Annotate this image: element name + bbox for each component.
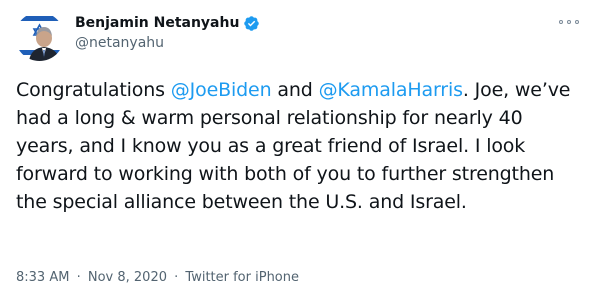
avatar[interactable] [15, 12, 64, 61]
tweet-date[interactable]: Nov 8, 2020 [88, 270, 167, 285]
more-dot [559, 20, 563, 24]
verified-badge-icon [244, 15, 260, 31]
author-name-row: Benjamin Netanyahu [75, 13, 260, 33]
tweet-card: Benjamin Netanyahu @netanyahu Congratula… [0, 0, 597, 303]
mention-link[interactable]: @KamalaHarris [319, 79, 463, 101]
tweet-metadata: 8:33 AM · Nov 8, 2020 · Twitter for iPho… [16, 270, 299, 286]
author-handle[interactable]: @netanyahu [75, 34, 260, 52]
more-dot [575, 20, 579, 24]
profile-photo-icon [15, 12, 64, 61]
more-options-icon[interactable] [559, 16, 579, 28]
mention-link[interactable]: @JoeBiden [171, 79, 272, 101]
tweet-source[interactable]: Twitter for iPhone [185, 270, 299, 285]
tweet-text-segment: Congratulations [16, 79, 171, 101]
meta-separator: · [76, 270, 81, 285]
author-display-name[interactable]: Benjamin Netanyahu [75, 14, 239, 32]
tweet-time[interactable]: 8:33 AM [16, 270, 69, 285]
tweet-text-segment: and [271, 79, 319, 101]
author-info: Benjamin Netanyahu @netanyahu [75, 13, 260, 52]
tweet-text: Congratulations @JoeBiden and @KamalaHar… [16, 76, 584, 216]
meta-separator: · [174, 270, 179, 285]
more-dot [567, 20, 571, 24]
